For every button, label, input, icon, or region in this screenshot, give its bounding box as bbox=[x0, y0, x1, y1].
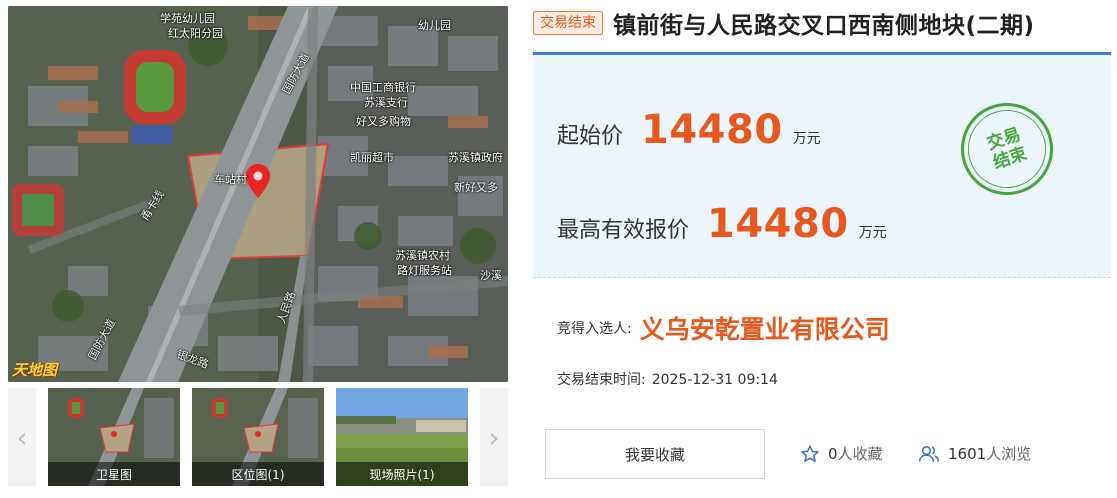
start-price-unit: 万元 bbox=[792, 131, 821, 147]
map-label-kindergarten-branch: 红太阳分园 bbox=[168, 27, 223, 40]
status-badge: 交易结束 bbox=[533, 11, 603, 35]
thumbnail-caption: 现场照片(1) bbox=[336, 462, 468, 486]
price-card: 起始价 14480 万元 最高有效报价 14480 万元 交易 结束 bbox=[533, 52, 1111, 278]
favorite-count: 0 bbox=[828, 444, 838, 463]
end-time-row: 交易结束时间: 2025-12-31 09:14 bbox=[557, 369, 784, 389]
map-label-icbc-branch: 苏溪支行 bbox=[364, 96, 408, 109]
thumbnail-strip: ‹ 卫星图 区位图(1) 现场照片(1) › bbox=[8, 388, 508, 488]
users-icon bbox=[918, 445, 940, 462]
map-label-suxi-village: 苏溪镇农村 bbox=[395, 249, 450, 262]
thumbnail-location[interactable]: 区位图(1) bbox=[192, 388, 324, 486]
title-row: 交易结束 镇前街与人民路交叉口西南侧地块(二期) bbox=[533, 8, 1035, 39]
map-label-suxi-zhen: 苏溪镇政府 bbox=[448, 151, 503, 164]
map-brand-logo: 天地图 bbox=[12, 361, 58, 379]
view-stat: 1601 人浏览 bbox=[918, 443, 1031, 464]
map-label-icbc: 中国工商银行 bbox=[350, 81, 416, 94]
view-count: 1601 bbox=[948, 444, 987, 463]
start-price-label: 起始价 bbox=[557, 124, 624, 149]
page-title: 镇前街与人民路交叉口西南侧地块(二期) bbox=[613, 13, 1035, 39]
thumbnail-next-button[interactable]: › bbox=[480, 388, 508, 486]
map-label-youeryuan: 幼儿园 bbox=[418, 19, 451, 32]
stamp-text: 交易 结束 bbox=[957, 99, 1057, 199]
map-pin-icon[interactable] bbox=[246, 164, 270, 198]
thumbnail-site-photo[interactable]: 现场照片(1) bbox=[336, 388, 468, 486]
view-suffix: 人浏览 bbox=[986, 445, 1032, 463]
divider bbox=[533, 277, 1111, 278]
thumbnail-satellite[interactable]: 卫星图 bbox=[48, 388, 180, 486]
chevron-left-icon: ‹ bbox=[16, 420, 28, 454]
chevron-right-icon: › bbox=[488, 420, 500, 454]
best-offer-row: 最高有效报价 14480 万元 bbox=[557, 201, 887, 247]
winner-name: 义乌安乾置业有限公司 bbox=[639, 315, 890, 344]
best-offer-unit: 万元 bbox=[858, 225, 887, 241]
thumbnail-prev-button[interactable]: ‹ bbox=[8, 388, 36, 486]
thumbnail-caption: 区位图(1) bbox=[192, 462, 324, 486]
map-label-chezhan: 车站村 bbox=[214, 173, 247, 186]
trade-ended-stamp: 交易 结束 bbox=[949, 91, 1065, 207]
best-offer-label: 最高有效报价 bbox=[557, 218, 690, 243]
favorite-suffix: 人收藏 bbox=[837, 445, 883, 463]
favorite-button[interactable]: 我要收藏 bbox=[545, 429, 765, 479]
favorite-stat: 0 人收藏 bbox=[800, 443, 883, 464]
map-label-kindergarten: 学苑幼儿园 bbox=[160, 12, 215, 25]
thumbnail-caption: 卫星图 bbox=[48, 462, 180, 486]
map-label-xinhao: 新好又多 bbox=[454, 181, 498, 194]
map-label-kaili: 凯丽超市 bbox=[350, 151, 394, 164]
winner-label: 竞得入选人: bbox=[557, 321, 632, 337]
star-icon bbox=[801, 444, 819, 462]
map-label-service: 路灯服务站 bbox=[397, 264, 452, 277]
map-label-shaxi: 沙溪 bbox=[480, 269, 502, 282]
winner-row: 竞得入选人: 义乌安乾置业有限公司 bbox=[557, 310, 890, 346]
start-price-row: 起始价 14480 万元 bbox=[557, 107, 821, 153]
end-time-value: 2025-12-31 09:14 bbox=[651, 372, 778, 388]
end-time-label: 交易结束时间: bbox=[557, 372, 646, 388]
satellite-map[interactable]: 学苑幼儿园 红太阳分园 幼儿园 国防大道 中国工商银行 苏溪支行 好又多购物 凯… bbox=[8, 6, 508, 382]
best-offer-value: 14480 bbox=[707, 201, 849, 247]
start-price-value: 14480 bbox=[641, 107, 783, 153]
map-label-haoyouduo: 好又多购物 bbox=[356, 115, 411, 128]
